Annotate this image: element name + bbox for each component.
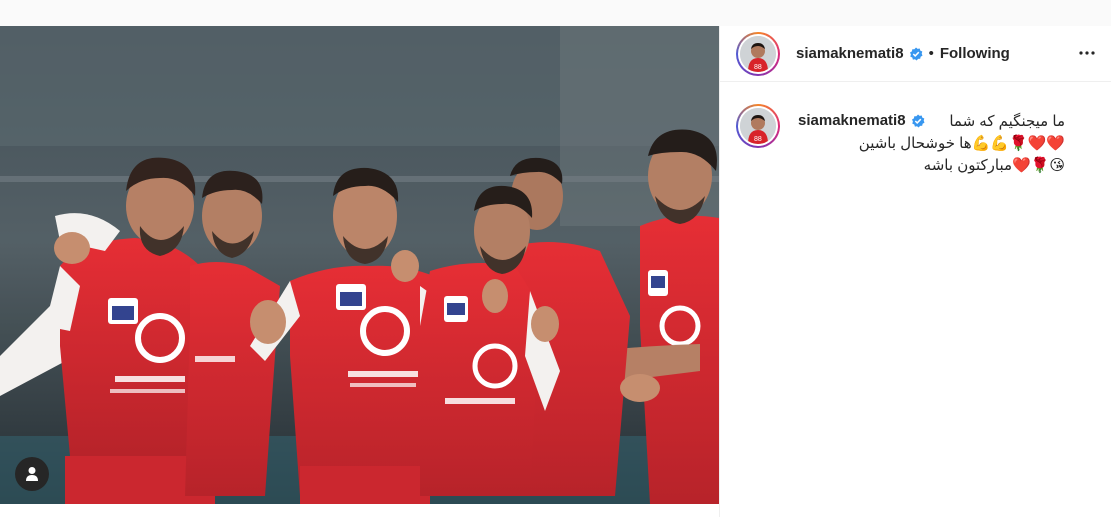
avatar[interactable]: 88 (736, 104, 780, 148)
post-container: 88 siamaknemati8 • Following 88 siamakne… (0, 26, 1111, 517)
caption-line: ❤️❤️🌹💪💪ها خوشحال باشین (858, 135, 1065, 152)
profile-picture: 88 (740, 108, 776, 144)
more-options-icon (1079, 51, 1095, 55)
post-sidebar: 88 siamaknemati8 • Following 88 siamakne… (719, 26, 1111, 517)
following-button[interactable]: Following (940, 45, 1010, 62)
post-photo[interactable] (0, 26, 719, 504)
separator-dot: • (928, 45, 934, 62)
caption-comment: 88 siamaknemati8 ما میجنگیم که شما ❤️❤️🌹… (720, 82, 1111, 177)
more-options-button[interactable] (1072, 38, 1102, 68)
post-author-username[interactable]: siamaknemati8 (796, 45, 904, 62)
profile-picture: 88 (740, 35, 776, 72)
user-tag-icon (25, 466, 39, 482)
svg-text:88: 88 (754, 64, 762, 71)
verified-badge-icon (909, 47, 923, 61)
verified-badge-icon (911, 114, 925, 128)
post-header: 88 siamaknemati8 • Following (720, 26, 1111, 82)
avatar[interactable]: 88 (736, 31, 780, 76)
caption-line: 😘🌹❤️مبارکتون باشه (923, 157, 1065, 174)
caption-body: siamaknemati8 ما میجنگیم که شما ❤️❤️🌹💪💪ه… (798, 112, 1096, 177)
caption-author-username[interactable]: siamaknemati8 (798, 112, 906, 129)
tagged-users-button[interactable] (15, 457, 49, 491)
svg-text:88: 88 (754, 136, 762, 143)
team-celebration-photo (0, 26, 719, 504)
